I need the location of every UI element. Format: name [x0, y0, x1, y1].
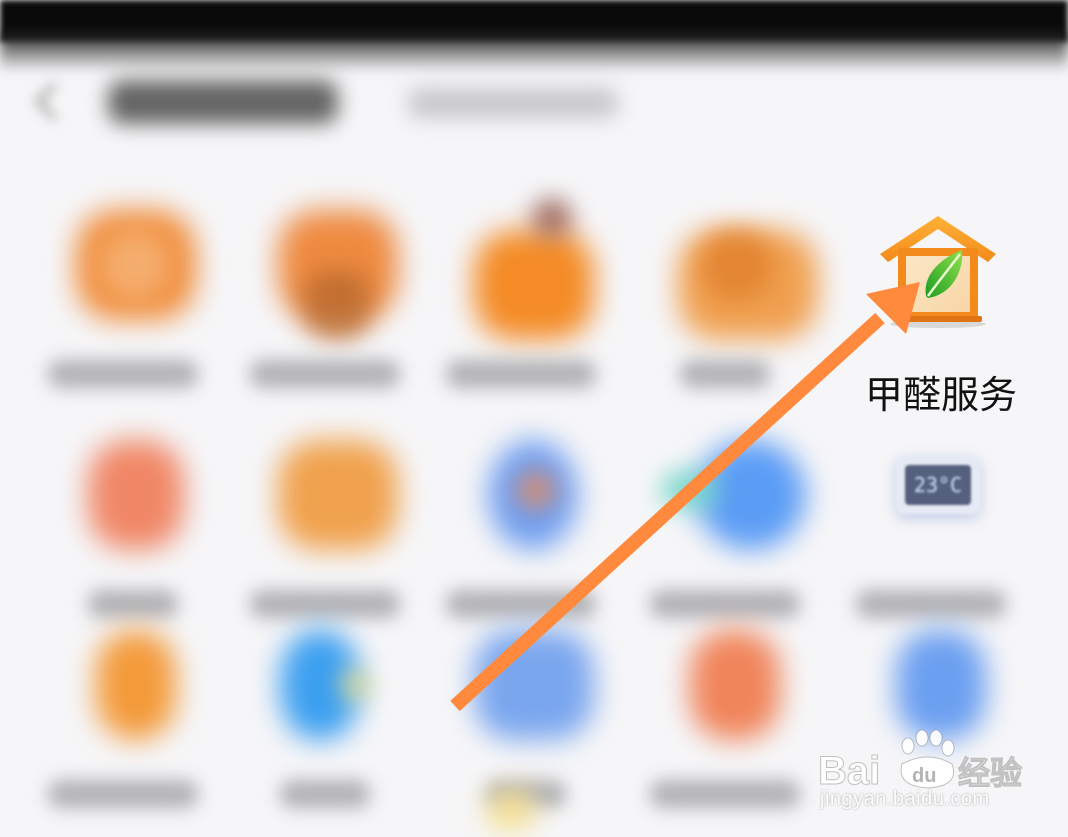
service-icon-blurred	[278, 440, 398, 550]
service-icon-blurred	[474, 230, 594, 340]
service-icon-detail-blurred	[340, 670, 370, 700]
back-arrow-icon[interactable]	[34, 82, 73, 121]
service-item-blurred[interactable]	[38, 210, 238, 410]
watermark-url: jingyan.baidu.com	[820, 788, 990, 810]
service-item-blurred[interactable]	[240, 630, 440, 830]
service-label-blurred	[650, 590, 800, 618]
svg-text:Bai: Bai	[818, 749, 880, 793]
service-icon-detail-blurred	[660, 470, 720, 510]
baidu-jingyan-watermark: Bai du 经验 jingyan.baidu.com	[814, 718, 1034, 828]
service-icon-detail-blurred	[532, 198, 572, 238]
service-item-blurred[interactable]	[38, 440, 238, 640]
service-label-blurred	[650, 780, 800, 808]
service-label-blurred	[856, 590, 1006, 618]
house-leaf-icon	[880, 216, 996, 328]
header-bar	[0, 62, 1068, 142]
service-item-blurred[interactable]	[240, 440, 440, 640]
service-icon-detail-blurred	[702, 230, 772, 300]
service-icon-blurred	[88, 440, 184, 550]
service-item-blurred[interactable]	[38, 630, 238, 830]
app-screen: 甲醛服务 23°C Bai du 经验 jingyan.baidu.com	[0, 0, 1068, 837]
service-item-blurred[interactable]	[436, 198, 636, 410]
service-icon-blurred	[486, 790, 536, 830]
formaldehyde-service-label: 甲醛服务	[864, 373, 1017, 417]
service-icon-detail-blurred	[516, 470, 556, 510]
baidu-jingyan-logo: Bai du 经验	[818, 729, 1023, 794]
service-item-blurred[interactable]	[436, 440, 636, 640]
service-icon-blurred	[96, 630, 176, 740]
service-label-blurred	[48, 360, 198, 388]
svg-text:du: du	[912, 765, 936, 787]
service-icon-detail-blurred	[100, 230, 170, 300]
header-title-blurred	[108, 80, 338, 124]
service-item-blurred[interactable]	[640, 210, 840, 410]
service-label-blurred	[250, 360, 400, 388]
service-label-blurred	[88, 590, 178, 618]
service-label-blurred	[446, 590, 596, 618]
service-label-blurred	[250, 590, 400, 618]
service-icon-blurred	[690, 630, 780, 740]
service-icon-blurred	[474, 630, 594, 740]
air-conditioner-item[interactable]	[846, 440, 1046, 640]
service-label-blurred	[446, 360, 596, 388]
service-item-blurred[interactable]	[640, 440, 840, 640]
service-item-blurred[interactable]	[240, 210, 440, 410]
header-subtitle-blurred	[408, 88, 618, 118]
service-label-blurred	[48, 780, 198, 808]
svg-text:经验: 经验	[958, 754, 1022, 792]
service-label-blurred	[280, 780, 370, 808]
service-label-blurred	[680, 360, 770, 388]
formaldehyde-service-item[interactable]: 甲醛服务	[856, 212, 1026, 417]
service-item-blurred[interactable]	[436, 790, 636, 837]
service-item-blurred[interactable]	[640, 630, 840, 830]
service-icon-detail-blurred	[302, 270, 372, 340]
